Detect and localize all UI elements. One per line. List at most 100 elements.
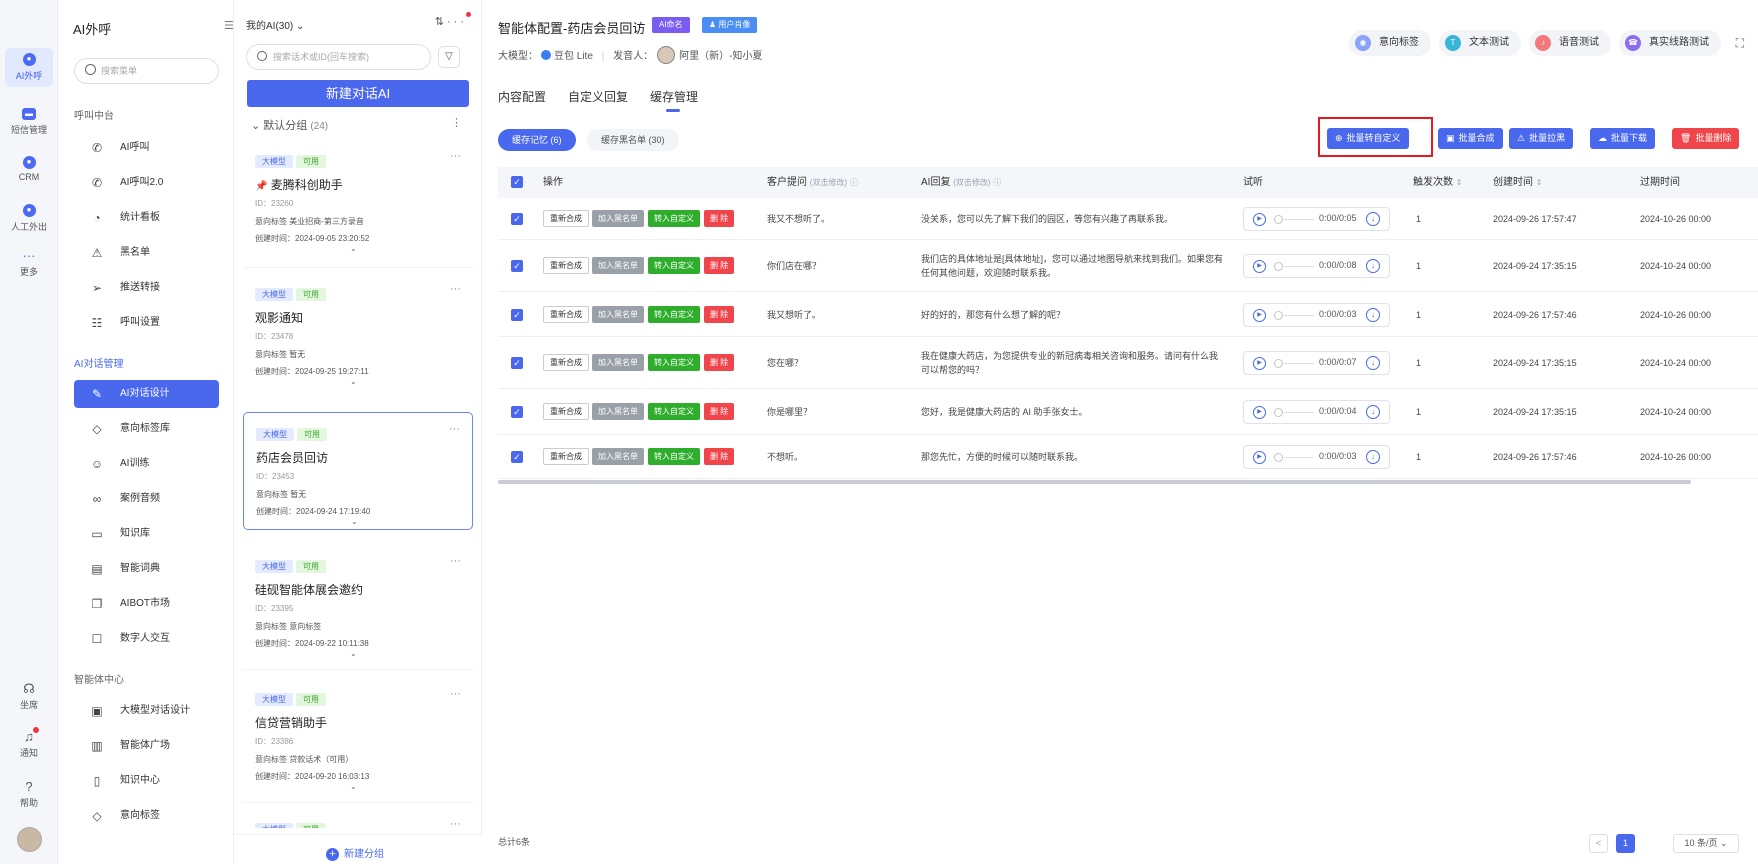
chevron-down-icon[interactable]: ⌄ — [351, 517, 358, 526]
new-group-button[interactable]: + 新建分组 — [326, 845, 384, 861]
horizontal-scrollbar[interactable] — [498, 480, 1691, 484]
menu-item-knowledge-center[interactable]: ▯ 知识中心 — [74, 767, 219, 795]
to-custom-button[interactable]: 转入自定义 — [648, 305, 700, 323]
audio-player[interactable]: ▶ 0:00/0:03 ↓ — [1243, 445, 1390, 469]
menu-search-input[interactable]: 搜索菜单 — [74, 58, 219, 84]
chevron-down-icon[interactable]: ⌄ — [350, 377, 357, 386]
answer-cell[interactable]: 您好，我是健康大药店的 AI 助手张女士。 — [921, 405, 1226, 419]
fullscreen-icon[interactable]: ⛶ — [1736, 36, 1744, 51]
menu-item-ai-call-2[interactable]: ✆ AI呼叫2.0 — [74, 169, 219, 197]
card-more-icon[interactable]: ··· — [450, 688, 461, 700]
ai-card[interactable]: 大模型可用 ··· — [243, 808, 473, 828]
batch-blacklist-button[interactable]: ⚠ 批量拉黑 — [1509, 128, 1574, 149]
prev-page-button[interactable]: < — [1589, 834, 1608, 853]
progress-track[interactable] — [1284, 266, 1314, 267]
audio-player[interactable]: ▶ 0:00/0:07 ↓ — [1243, 351, 1390, 375]
ai-search-input[interactable]: 搜索话术或ID(回车搜索) — [246, 44, 431, 70]
menu-item-push-transfer[interactable]: ➢ 推送转接 — [74, 274, 219, 302]
menu-item-aibot-market[interactable]: ❐ AIBOT市场 — [74, 590, 219, 618]
download-icon[interactable]: ↓ — [1366, 450, 1380, 464]
chevron-down-icon[interactable]: ⌄ — [350, 244, 357, 253]
menu-item-call-settings[interactable]: ☷ 呼叫设置 — [74, 309, 219, 337]
card-more-icon[interactable]: ··· — [450, 555, 461, 567]
text-test-button[interactable]: T 文本测试 — [1439, 30, 1521, 56]
add-blacklist-button[interactable]: 加入黑名单 — [592, 448, 644, 465]
play-icon[interactable]: ▶ — [1253, 406, 1266, 419]
row-checkbox[interactable]: ✓ — [511, 213, 523, 225]
audio-player[interactable]: ▶ 0:00/0:04 ↓ — [1243, 400, 1390, 424]
rail-item-sms[interactable]: ▬ 短信管理 — [5, 108, 53, 136]
card-more-icon[interactable]: ··· — [449, 423, 460, 435]
real-line-test-button[interactable]: ☎ 真实线路测试 — [1619, 30, 1721, 56]
batch-synthesize-button[interactable]: ▣ 批量合成 — [1438, 128, 1503, 149]
page-number[interactable]: 1 — [1616, 834, 1635, 853]
cache-memory-tab[interactable]: 缓存记忆 (6) — [498, 129, 576, 151]
menu-item-intent-tags[interactable]: ◇ 意向标签库 — [74, 415, 219, 443]
sort-icon[interactable]: ⇅ — [435, 16, 447, 28]
ai-card[interactable]: 大模型 可用 ··· 观影通知 ID：23478 意向标签 暂无 创建时间：202… — [243, 273, 473, 391]
cache-blacklist-tab[interactable]: 缓存黑名单 (30) — [587, 129, 679, 151]
card-more-icon[interactable]: ··· — [450, 818, 461, 828]
answer-cell[interactable]: 我在健康大药店，为您提供专业的新冠病毒相关咨询和服务。请问有什么我可以帮您的吗？ — [921, 349, 1226, 377]
rail-item-notify[interactable]: ♫ 通知 — [5, 730, 53, 759]
new-dialog-ai-button[interactable]: 新建对话AI — [247, 80, 469, 107]
download-icon[interactable]: ↓ — [1366, 259, 1380, 273]
answer-cell[interactable]: 好的好的，那您有什么想了解的呢？ — [921, 308, 1226, 322]
row-checkbox[interactable]: ✓ — [511, 451, 523, 463]
user-portrait-badge[interactable]: ♟ 用户肖像 — [702, 17, 758, 33]
add-blacklist-button[interactable]: 加入黑名单 — [592, 305, 644, 323]
play-icon[interactable]: ▶ — [1253, 213, 1266, 226]
card-more-icon[interactable]: ··· — [450, 150, 461, 162]
delete-button[interactable]: 删 除 — [704, 448, 735, 465]
audio-player[interactable]: ▶ 0:00/0:05 ↓ — [1243, 207, 1390, 231]
question-cell[interactable]: 你是哪里？ — [767, 405, 907, 419]
play-icon[interactable]: ▶ — [1253, 357, 1266, 370]
to-custom-button[interactable]: 转入自定义 — [648, 257, 700, 274]
rail-item-seat[interactable]: ☊ 坐席 — [5, 682, 53, 711]
add-blacklist-button[interactable]: 加入黑名单 — [592, 210, 644, 227]
play-icon[interactable]: ▶ — [1253, 451, 1266, 464]
download-icon[interactable]: ↓ — [1366, 405, 1380, 419]
rail-item-crm[interactable]: ● CRM — [5, 156, 53, 182]
col-created-time[interactable]: 创建时间 ⇕ — [1493, 167, 1542, 198]
delete-button[interactable]: 删 除 — [704, 305, 735, 323]
audio-player[interactable]: ▶ 0:00/0:08 ↓ — [1243, 254, 1390, 278]
regenerate-button[interactable]: 重新合成 — [543, 210, 589, 227]
tab-custom-reply[interactable]: 自定义回复 — [568, 88, 628, 105]
batch-download-button[interactable]: ☁ 批量下载 — [1590, 128, 1656, 149]
menu-item-case-audio[interactable]: ∞ 案例音频 — [74, 485, 219, 513]
card-more-icon[interactable]: ··· — [450, 283, 461, 295]
delete-button[interactable]: 删 除 — [704, 403, 735, 420]
play-icon[interactable]: ▶ — [1253, 260, 1266, 273]
answer-cell[interactable]: 那您先忙，方便的时候可以随时联系我。 — [921, 450, 1226, 464]
voice-test-button[interactable]: ♪ 语音测试 — [1529, 30, 1611, 56]
question-cell[interactable]: 您在哪？ — [767, 356, 907, 370]
progress-knob[interactable] — [1274, 453, 1283, 462]
menu-item-ai-dialog-design[interactable]: ✎ AI对话设计 — [74, 380, 219, 408]
menu-item-agent-plaza[interactable]: ▥ 智能体广场 — [74, 732, 219, 760]
menu-item-llm-dialog-design[interactable]: ▣ 大模型对话设计 — [74, 697, 219, 725]
menu-item-blacklist[interactable]: ⚠ 黑名单 — [74, 239, 219, 267]
to-custom-button[interactable]: 转入自定义 — [648, 448, 700, 465]
row-checkbox[interactable]: ✓ — [511, 260, 523, 272]
progress-knob[interactable] — [1274, 215, 1283, 224]
collapse-menu-icon[interactable]: ☰ — [224, 19, 234, 32]
menu-item-knowledge-base[interactable]: ▭ 知识库 — [74, 520, 219, 548]
answer-cell[interactable]: 没关系，您可以先了解下我们的园区，等您有兴趣了再联系我。 — [921, 212, 1226, 226]
tab-cache-management[interactable]: 缓存管理 — [650, 88, 698, 105]
progress-track[interactable] — [1284, 363, 1314, 364]
progress-track[interactable] — [1284, 457, 1314, 458]
menu-item-intent-label[interactable]: ◇ 意向标签 — [74, 802, 219, 830]
menu-item-dashboard[interactable]: ◔ 统计看板 — [74, 204, 219, 232]
regenerate-button[interactable]: 重新合成 — [543, 354, 589, 371]
batch-delete-button[interactable]: 🗑 批量删除 — [1672, 128, 1740, 149]
add-blacklist-button[interactable]: 加入黑名单 — [592, 354, 644, 371]
group-more-icon[interactable]: ⋮ — [451, 116, 462, 129]
question-cell[interactable]: 我又想听了。 — [767, 308, 907, 322]
add-blacklist-button[interactable]: 加入黑名单 — [592, 257, 644, 274]
delete-button[interactable]: 删 除 — [704, 257, 735, 274]
question-cell[interactable]: 你们店在哪？ — [767, 259, 907, 273]
progress-track[interactable] — [1284, 219, 1314, 220]
progress-knob[interactable] — [1274, 408, 1283, 417]
rail-item-more[interactable]: ··· 更多 — [5, 249, 53, 278]
